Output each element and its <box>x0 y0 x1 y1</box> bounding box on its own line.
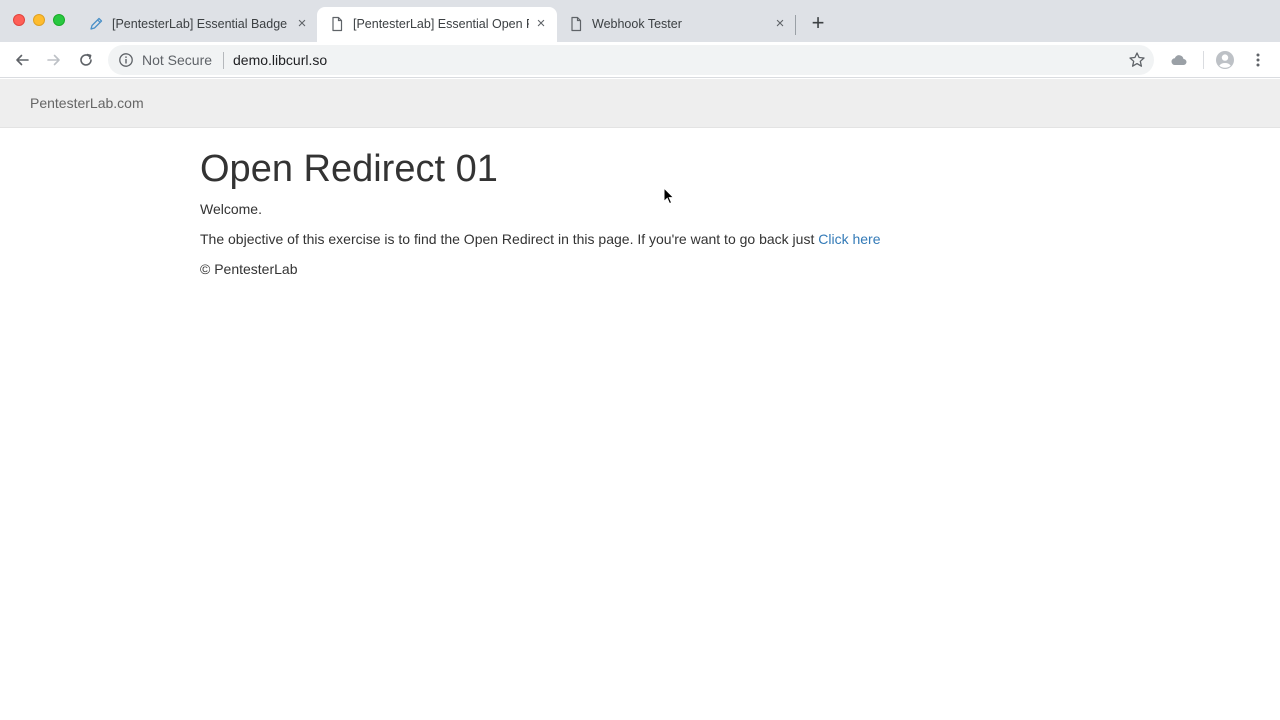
tab-strip: [PentesterLab] Essential Badge × [Pentes… <box>0 0 1280 42</box>
new-tab-button[interactable]: + <box>808 12 828 34</box>
tab-title: [PentesterLab] Essential Badge <box>112 17 288 31</box>
objective-paragraph: The objective of this exercise is to fin… <box>200 230 880 248</box>
tab-close-button[interactable]: × <box>772 16 788 32</box>
address-divider <box>223 52 224 69</box>
tab-close-button[interactable]: × <box>533 16 549 32</box>
tab-close-button[interactable]: × <box>294 16 310 32</box>
arrow-right-icon <box>47 54 60 66</box>
browser-toolbar: Not Secure demo.libcurl.so <box>0 42 1280 78</box>
profile-button[interactable] <box>1214 49 1236 71</box>
document-icon <box>332 16 343 32</box>
arrow-left-icon <box>16 54 29 66</box>
bookmark-star-icon[interactable] <box>1128 51 1146 69</box>
avatar-icon <box>1216 51 1234 69</box>
tab-separator <box>795 15 796 35</box>
menu-button[interactable] <box>1247 49 1269 71</box>
tab-title: [PentesterLab] Essential Open Redirect <box>353 17 529 31</box>
pencil-icon <box>90 17 103 30</box>
objective-text: The objective of this exercise is to fin… <box>200 231 819 247</box>
window-minimize-button[interactable] <box>33 14 45 26</box>
tab-webhook-tester[interactable]: Webhook Tester × <box>556 7 796 42</box>
info-icon[interactable] <box>118 52 134 68</box>
address-bar[interactable]: Not Secure demo.libcurl.so <box>108 45 1154 75</box>
url-text[interactable]: demo.libcurl.so <box>233 52 327 68</box>
brand-link[interactable]: PentesterLab.com <box>30 95 144 111</box>
tab-title: Webhook Tester <box>592 17 682 31</box>
security-indicator[interactable]: Not Secure <box>142 52 212 68</box>
window-maximize-button[interactable] <box>53 14 65 26</box>
footer-copyright: © PentesterLab <box>200 261 298 277</box>
reload-button[interactable] <box>75 49 97 71</box>
more-vert-icon <box>1256 53 1260 67</box>
window-close-button[interactable] <box>13 14 25 26</box>
tab-essential-badge[interactable]: [PentesterLab] Essential Badge × <box>76 7 316 42</box>
site-navbar: PentesterLab.com <box>0 79 1280 128</box>
mouse-cursor-icon <box>663 187 675 205</box>
tab-essential-open-redirect[interactable]: [PentesterLab] Essential Open Redirect × <box>317 7 557 42</box>
extension-button[interactable] <box>1168 49 1190 71</box>
reload-icon <box>80 53 92 66</box>
toolbar-separator <box>1203 51 1204 69</box>
click-here-link[interactable]: Click here <box>818 231 880 247</box>
forward-button[interactable] <box>43 49 65 71</box>
cloud-icon <box>1171 55 1187 66</box>
back-button[interactable] <box>11 49 33 71</box>
welcome-text: Welcome. <box>200 201 262 217</box>
page-title: Open Redirect 01 <box>200 148 498 190</box>
document-icon <box>571 16 582 32</box>
